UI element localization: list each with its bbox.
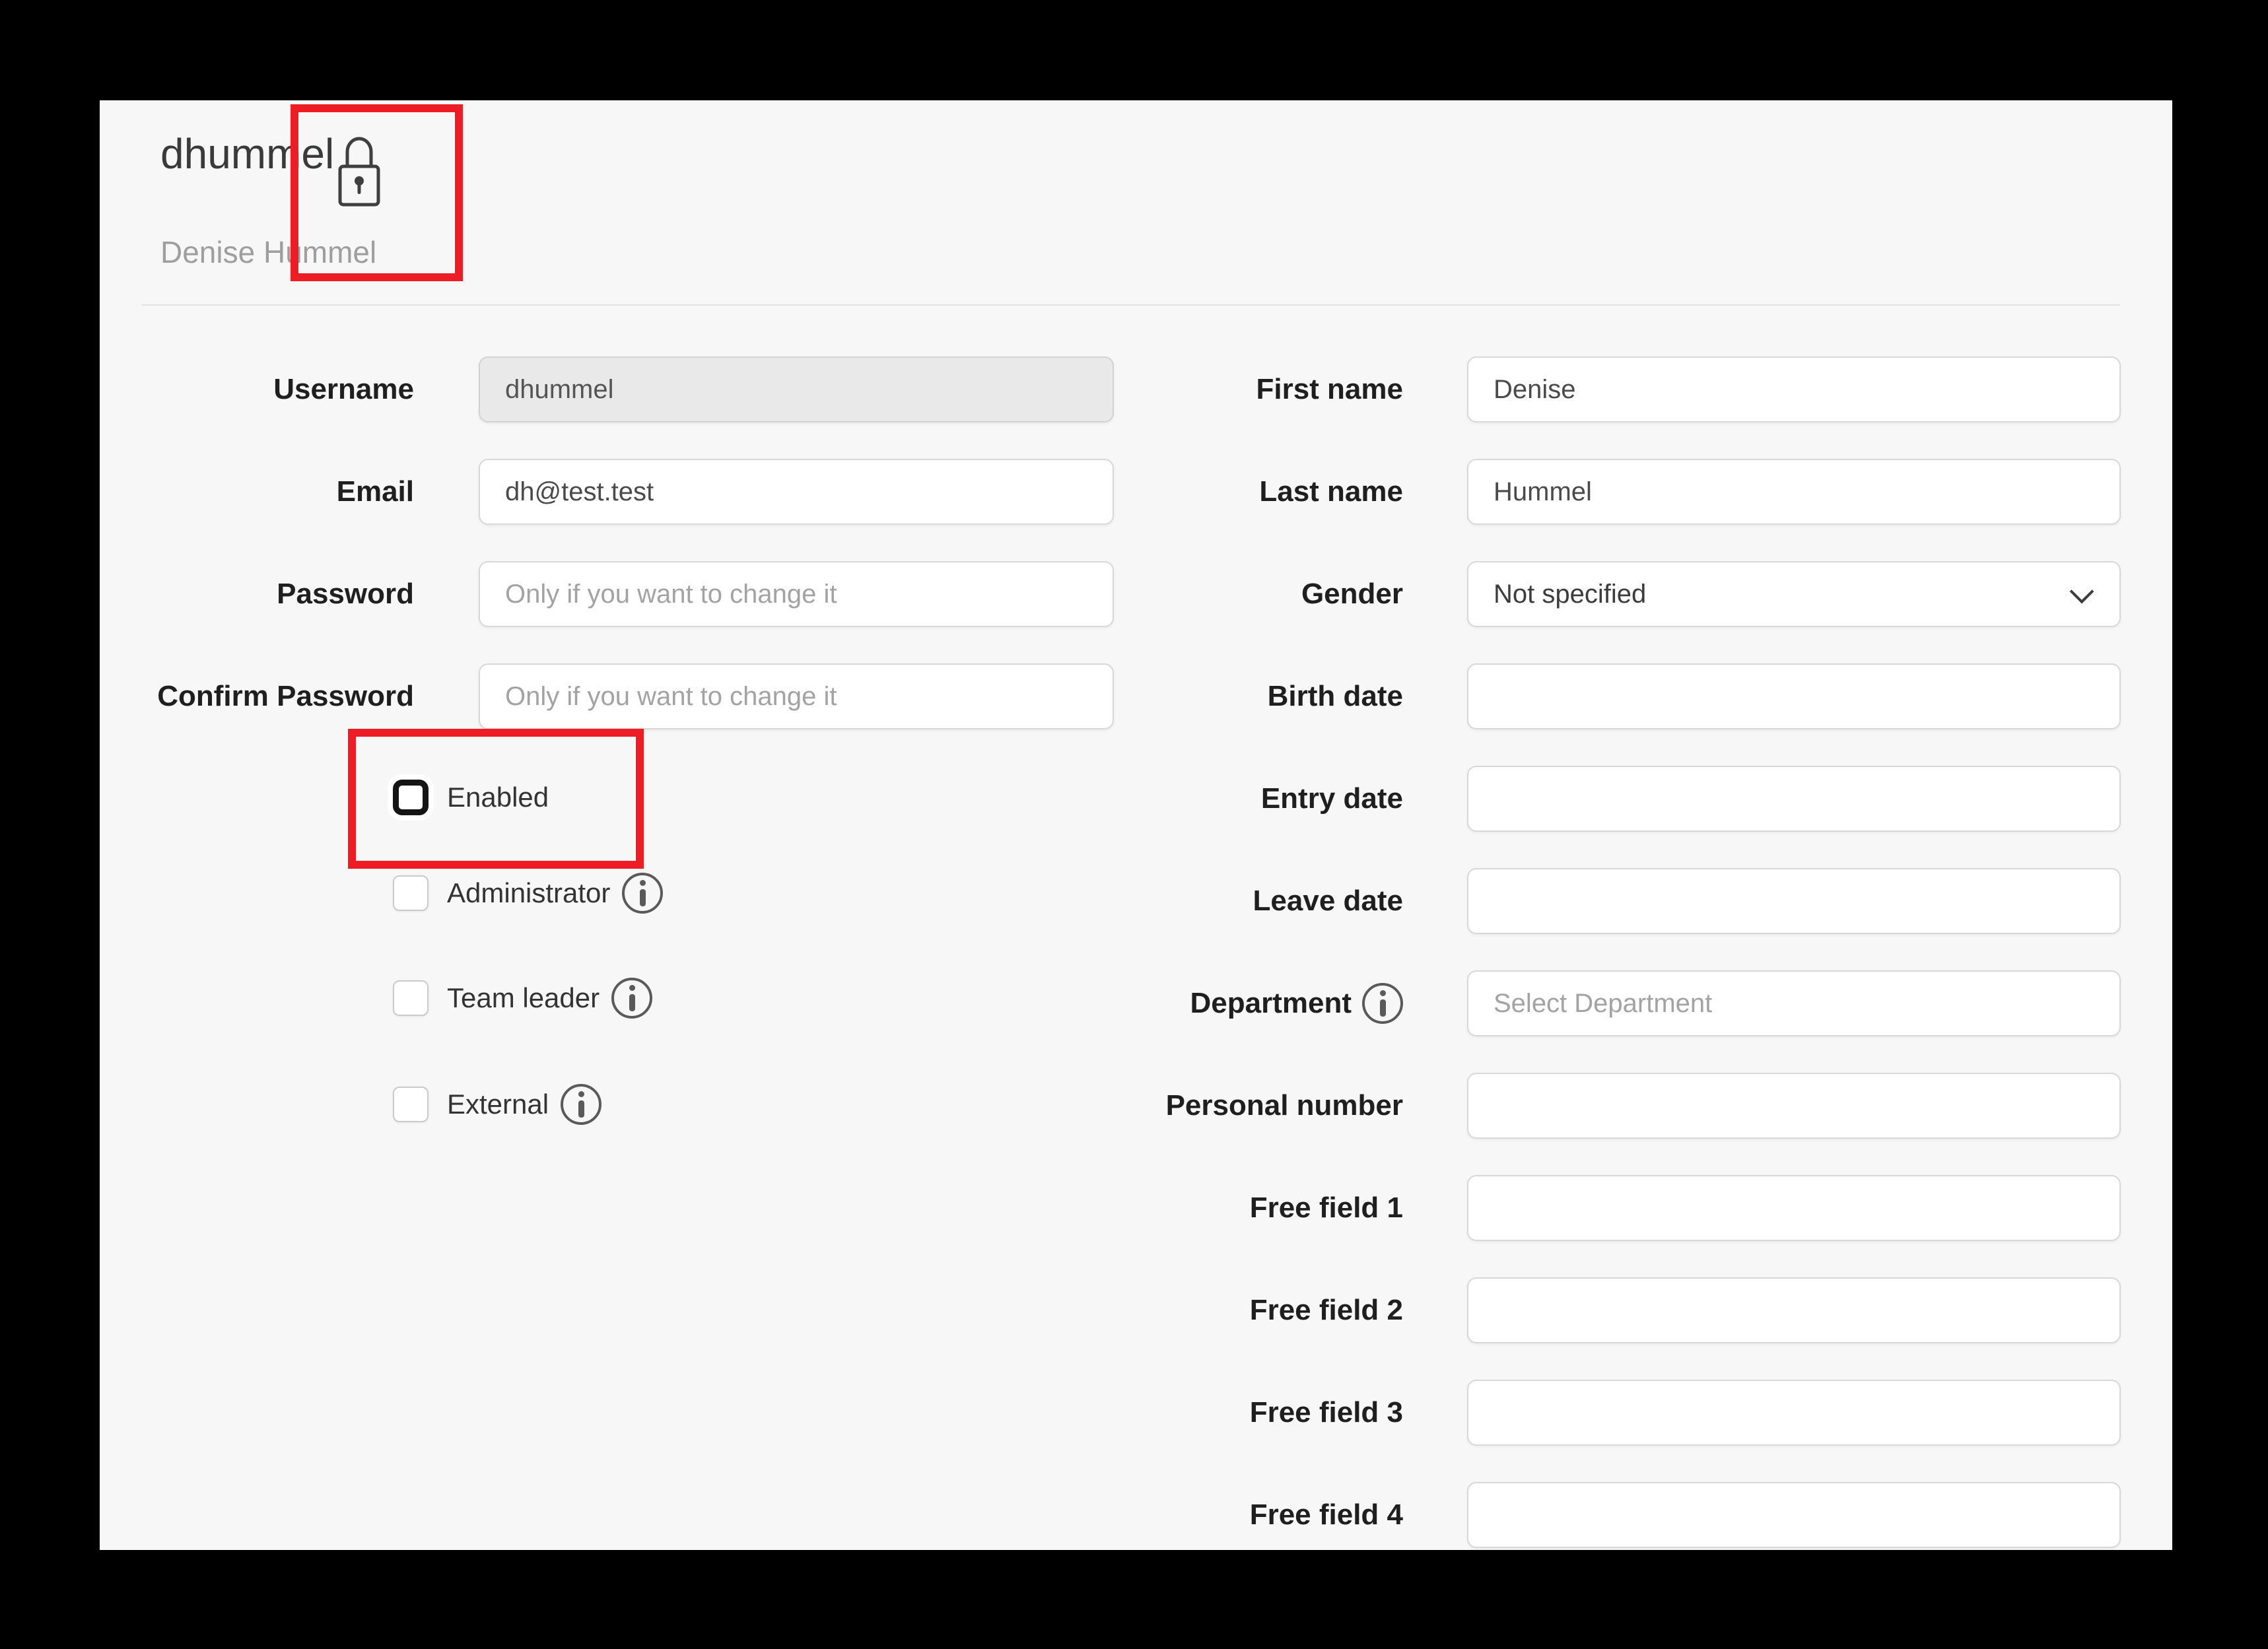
username-label-text: Username [273, 373, 414, 406]
username-label: Username [100, 373, 414, 406]
free-field-2-label-text: Free field 2 [1250, 1294, 1403, 1327]
gender-selected-value: Not specified [1494, 580, 1646, 609]
confirm-password-row: Confirm Password [100, 663, 1114, 729]
personal-number-input[interactable] [1467, 1073, 2121, 1139]
free-field-2-input[interactable] [1467, 1277, 2121, 1343]
email-row: Email [100, 459, 1114, 525]
external-info-icon[interactable] [561, 1084, 601, 1125]
password-input[interactable] [479, 561, 1114, 627]
free-field-4-label-text: Free field 4 [1250, 1498, 1403, 1531]
gender-label: Gender [1090, 578, 1403, 611]
lock-icon [337, 132, 381, 211]
gender-select[interactable]: Not specified [1467, 561, 2121, 627]
external-checkbox-row: External [393, 1084, 601, 1125]
left-field-column: Username Email Password Confirm Password [100, 356, 1114, 766]
free-field-3-label: Free field 3 [1090, 1396, 1403, 1429]
first-name-input[interactable] [1467, 356, 2121, 422]
free-field-4-label: Free field 4 [1090, 1498, 1403, 1531]
birth-date-label-text: Birth date [1268, 680, 1403, 713]
username-input [479, 356, 1114, 422]
entry-date-label: Entry date [1090, 782, 1403, 815]
leave-date-row: Leave date [1090, 868, 2121, 934]
email-label-text: Email [337, 475, 414, 508]
password-label: Password [100, 578, 414, 611]
chevron-down-icon [2070, 580, 2094, 604]
free-field-1-label: Free field 1 [1090, 1192, 1403, 1225]
first-name-label: First name [1090, 373, 1403, 406]
user-profile-card: dhummel Denise Hummel Username Email Passw… [100, 100, 2172, 1550]
last-name-input[interactable] [1467, 459, 2121, 525]
user-full-name: Denise Hummel [160, 232, 376, 272]
free-field-2-row: Free field 2 [1090, 1277, 2121, 1343]
administrator-checkbox[interactable] [393, 875, 429, 911]
page-title: dhummel [160, 124, 334, 184]
external-checkbox[interactable] [393, 1087, 429, 1122]
team-leader-checkbox-label: Team leader [447, 982, 600, 1014]
free-field-1-row: Free field 1 [1090, 1175, 2121, 1241]
personal-number-label-text: Personal number [1166, 1089, 1403, 1122]
password-row: Password [100, 561, 1114, 627]
gender-label-text: Gender [1301, 578, 1403, 611]
last-name-label: Last name [1090, 475, 1403, 508]
confirm-password-label: Confirm Password [100, 680, 414, 713]
first-name-label-text: First name [1256, 373, 1403, 406]
free-field-1-label-text: Free field 1 [1250, 1192, 1403, 1225]
entry-date-row: Entry date [1090, 766, 2121, 832]
free-field-4-row: Free field 4 [1090, 1482, 2121, 1548]
birth-date-row: Birth date [1090, 663, 2121, 729]
leave-date-label-text: Leave date [1253, 885, 1403, 918]
personal-number-row: Personal number [1090, 1073, 2121, 1139]
leave-date-label: Leave date [1090, 885, 1403, 918]
team-leader-checkbox[interactable] [393, 980, 429, 1016]
birth-date-label: Birth date [1090, 680, 1403, 713]
first-name-row: First name [1090, 356, 2121, 422]
team-leader-checkbox-row: Team leader [393, 978, 652, 1019]
free-field-1-input[interactable] [1467, 1175, 2121, 1241]
administrator-info-icon[interactable] [622, 873, 663, 914]
free-field-4-input[interactable] [1467, 1482, 2121, 1548]
department-label: Department [1090, 983, 1403, 1024]
enabled-checkbox-label: Enabled [447, 782, 549, 813]
administrator-checkbox-label: Administrator [447, 877, 610, 909]
username-row: Username [100, 356, 1114, 422]
department-row: Department [1090, 970, 2121, 1036]
enabled-checkbox-row: Enabled [393, 780, 549, 815]
gender-row: Gender Not specified [1090, 561, 2121, 627]
free-field-3-label-text: Free field 3 [1250, 1396, 1403, 1429]
birth-date-input[interactable] [1467, 663, 2121, 729]
enabled-checkbox[interactable] [393, 780, 429, 815]
leave-date-input[interactable] [1467, 868, 2121, 934]
entry-date-input[interactable] [1467, 766, 2121, 832]
last-name-row: Last name [1090, 459, 2121, 525]
right-field-column: First name Last name Gender Not specified Bi… [1090, 356, 2121, 1584]
external-checkbox-label: External [447, 1089, 549, 1120]
entry-date-label-text: Entry date [1261, 782, 1403, 815]
department-label-text: Department [1190, 987, 1352, 1020]
confirm-password-label-text: Confirm Password [157, 680, 414, 713]
header-divider [142, 304, 2120, 306]
team-leader-info-icon[interactable] [611, 978, 652, 1019]
password-label-text: Password [277, 578, 414, 611]
free-field-3-input[interactable] [1467, 1380, 2121, 1446]
department-input[interactable] [1467, 970, 2121, 1036]
free-field-3-row: Free field 3 [1090, 1380, 2121, 1446]
free-field-2-label: Free field 2 [1090, 1294, 1403, 1327]
personal-number-label: Personal number [1090, 1089, 1403, 1122]
administrator-checkbox-row: Administrator [393, 873, 663, 914]
email-input[interactable] [479, 459, 1114, 525]
confirm-password-input[interactable] [479, 663, 1114, 729]
last-name-label-text: Last name [1259, 475, 1403, 508]
email-label: Email [100, 475, 414, 508]
department-info-icon[interactable] [1362, 983, 1403, 1024]
